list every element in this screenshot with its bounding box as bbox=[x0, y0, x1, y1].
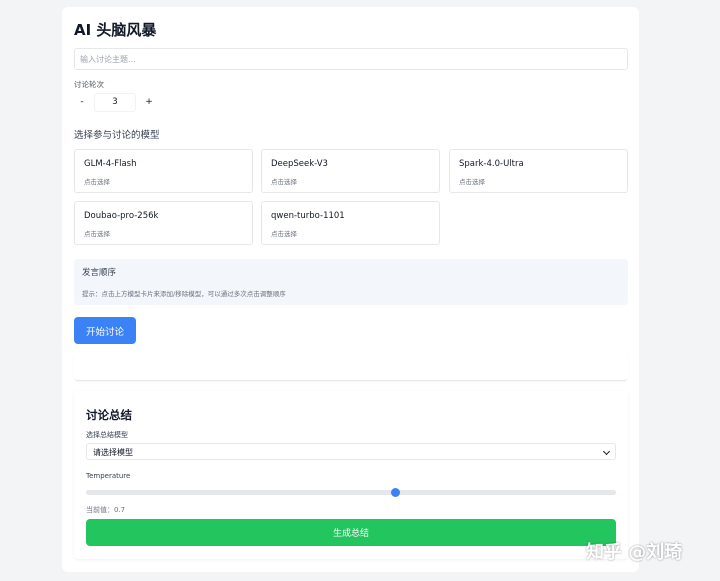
speaking-order-tip: 提示：点击上方模型卡片来添加/移除模型，可以通过多次点击调整顺序 bbox=[82, 290, 286, 298]
model-name: qwen-turbo-1101 bbox=[271, 211, 345, 221]
temperature-slider-thumb[interactable] bbox=[390, 488, 400, 497]
temperature-value: 当前值：0.7 bbox=[86, 506, 126, 514]
rounds-label: 讨论轮次 bbox=[74, 80, 104, 89]
model-card-doubao-pro-256k[interactable]: Doubao-pro-256k 点击选择 bbox=[74, 201, 253, 245]
summary-model-select[interactable]: 请选择模型 bbox=[86, 443, 616, 460]
page-title: AI 头脑风暴 bbox=[74, 21, 157, 39]
model-hint: 点击选择 bbox=[271, 230, 297, 238]
model-name: Spark-4.0-Ultra bbox=[459, 159, 524, 169]
watermark: 知乎 @刘琦 bbox=[586, 542, 683, 563]
model-card-spark-4-ultra[interactable]: Spark-4.0-Ultra 点击选择 bbox=[449, 149, 628, 193]
topic-input[interactable] bbox=[74, 48, 628, 70]
model-name: Doubao-pro-256k bbox=[84, 211, 159, 221]
rounds-decrement-button[interactable]: - bbox=[75, 95, 89, 109]
rounds-value[interactable]: 3 bbox=[94, 93, 136, 112]
summary-title: 讨论总结 bbox=[86, 408, 132, 422]
model-hint: 点击选择 bbox=[84, 178, 110, 186]
speaking-order-panel: 发言顺序 提示：点击上方模型卡片来添加/移除模型，可以通过多次点击调整顺序 bbox=[74, 259, 628, 305]
model-hint: 点击选择 bbox=[84, 230, 110, 238]
brainstorm-card: AI 头脑风暴 讨论轮次 - 3 + 选择参与讨论的模型 GLM-4-Flash… bbox=[62, 7, 639, 572]
summary-model-select-value: 请选择模型 bbox=[93, 448, 133, 457]
generate-summary-button[interactable]: 生成总结 bbox=[86, 519, 616, 546]
chevron-down-icon bbox=[602, 447, 611, 456]
start-discussion-button[interactable]: 开始讨论 bbox=[74, 317, 136, 344]
model-hint: 点击选择 bbox=[459, 178, 485, 186]
rounds-increment-button[interactable]: + bbox=[142, 95, 156, 109]
models-heading: 选择参与讨论的模型 bbox=[74, 130, 160, 141]
temperature-label: Temperature bbox=[86, 472, 131, 480]
model-name: GLM-4-Flash bbox=[84, 159, 137, 169]
model-card-glm-4-flash[interactable]: GLM-4-Flash 点击选择 bbox=[74, 149, 253, 193]
model-name: DeepSeek-V3 bbox=[271, 159, 328, 169]
temperature-slider[interactable] bbox=[86, 488, 616, 497]
model-hint: 点击选择 bbox=[271, 178, 297, 186]
discussion-output-area bbox=[74, 353, 628, 381]
model-card-qwen-turbo-1101[interactable]: qwen-turbo-1101 点击选择 bbox=[261, 201, 440, 245]
model-card-deepseek-v3[interactable]: DeepSeek-V3 点击选择 bbox=[261, 149, 440, 193]
summary-model-label: 选择总结模型 bbox=[86, 431, 128, 439]
summary-panel: 讨论总结 选择总结模型 请选择模型 Temperature 当前值：0.7 生成… bbox=[74, 391, 628, 559]
speaking-order-title: 发言顺序 bbox=[82, 268, 117, 278]
